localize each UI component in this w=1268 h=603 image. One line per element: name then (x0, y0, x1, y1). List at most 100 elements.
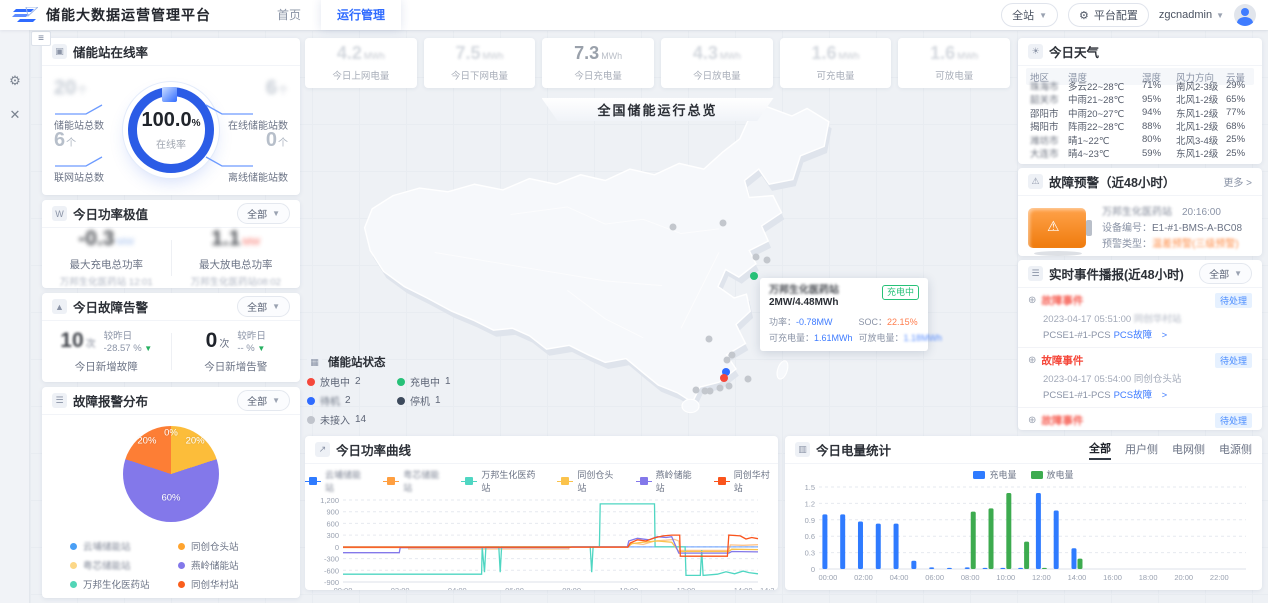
avatar[interactable] (1234, 4, 1256, 26)
line-legend-item[interactable]: 同创华村站 (714, 468, 778, 494)
kpi-value: 7.3MWh (574, 44, 622, 65)
fault-alarm-filter-dropdown[interactable]: 全部▼ (237, 296, 290, 317)
weather-temp: 晴4~23℃ (1068, 146, 1142, 160)
legend-swatch (973, 471, 985, 479)
status-label: 充电中 (410, 374, 440, 389)
tooltip-metric: SOC：22.15% (859, 315, 943, 328)
power-curve-chart[interactable]: 1,2009006003000-300-600-90000:0002:0004:… (309, 494, 774, 590)
site-selector-dropdown[interactable]: 全站▼ (1001, 3, 1058, 27)
station-dot-red[interactable] (720, 374, 728, 382)
settings-icon[interactable]: ⚙ (0, 68, 30, 94)
dashboard-page: 储能大数据运营管理平台 首页运行管理 全站▼ ⚙平台配置 zgcnadmin▼ … (0, 0, 1268, 603)
fault-alarm-body: 10次较昨日-28.57 % ▼今日新增故障0次较昨日-- % ▼今日新增告警 (42, 321, 300, 382)
station-dot-gray[interactable] (763, 256, 770, 263)
weather-row: 潍坊市晴1~22℃80%北风3-4级25% (1026, 133, 1254, 147)
tooltip-capacity: 2MW/4.48MWh (769, 297, 838, 308)
nav-tab[interactable]: 运行管理 (321, 0, 401, 30)
svg-text:600: 600 (326, 519, 339, 528)
svg-text:00:00: 00:00 (334, 586, 353, 590)
station-dot-gray[interactable] (744, 375, 751, 382)
pie-chart[interactable]: 20%60%20%0% (123, 426, 219, 522)
platform-config-button[interactable]: ⚙平台配置 (1068, 3, 1149, 27)
warning-time: 20:16:00 (1182, 207, 1221, 218)
status-legend-item: 充电中 1 (397, 374, 487, 389)
svg-text:06:00: 06:00 (505, 586, 524, 590)
station-dot-gray[interactable] (724, 357, 731, 364)
station-dot-gray[interactable] (720, 220, 727, 227)
weather-temp: 中雨20~27℃ (1068, 106, 1142, 120)
event-row[interactable]: ⊕故障事件待处理2023-04-17 05:51:00 同创华村站PCSE1-#… (1018, 288, 1262, 348)
online-stat: 6个联网站总数 (54, 130, 138, 184)
svg-text:02:00: 02:00 (854, 573, 873, 582)
weather-wind: 北风3-4级 (1176, 133, 1226, 147)
status-legend-item: 未接入14 (307, 412, 397, 427)
svg-text:14:31: 14:31 (760, 586, 774, 590)
svg-text:1.2: 1.2 (805, 499, 815, 508)
status-count: 1 (445, 376, 451, 387)
status-legend-item: 待机2 (307, 393, 397, 408)
events-filter-dropdown[interactable]: 全部▼ (1199, 263, 1252, 284)
line-legend-item[interactable]: 万邦生化医药站 (461, 468, 543, 494)
user-menu[interactable]: zgcnadmin▼ (1159, 9, 1224, 21)
more-link[interactable]: 更多 > (1223, 174, 1252, 189)
weather-humidity: 71% (1142, 80, 1176, 91)
svg-text:10:00: 10:00 (996, 573, 1015, 582)
weather-humidity: 59% (1142, 148, 1176, 159)
energy-tab-电网侧[interactable]: 电网侧 (1172, 441, 1205, 459)
status-dot (307, 378, 315, 386)
extreme-label: 最大放电总功率 (172, 257, 301, 272)
online-rate-body: 100.0% 在线率 20个储能站总数6个在线储能站数6个联网站总数0个离线储能… (42, 66, 300, 194)
power-extreme-filter-dropdown[interactable]: 全部▼ (237, 203, 290, 224)
station-dot-gray[interactable] (670, 223, 677, 230)
line-legend-item[interactable]: 同创仓头站 (557, 468, 621, 494)
svg-text:-300: -300 (324, 555, 339, 564)
energy-bar-chart[interactable]: 00.30.60.91.21.500:0002:0004:0006:0008:0… (791, 481, 1256, 583)
status-label: 停机 (410, 393, 430, 408)
line-legend-item[interactable]: 燕岭储能站 (636, 468, 700, 494)
station-dot-gray[interactable] (753, 253, 760, 260)
chevron-down-icon: ▼ (272, 209, 280, 218)
legend-dot (178, 562, 185, 569)
collapse-sidebar-button[interactable]: ≡ (31, 31, 51, 46)
event-row[interactable]: ⊕故障事件待处理2023-04-17 05:54:00 同创仓头站PCSE1-#… (1018, 348, 1262, 408)
energy-tab-用户侧[interactable]: 用户侧 (1125, 441, 1158, 459)
svg-text:00:00: 00:00 (819, 573, 838, 582)
event-fault-link[interactable]: PCS故障 > (1114, 330, 1168, 341)
panel-icon: ▣ (52, 44, 67, 59)
svg-text:08:00: 08:00 (961, 573, 980, 582)
svg-text:0: 0 (811, 565, 815, 574)
station-dot-gray[interactable] (701, 388, 708, 395)
kpi-label: 今日放电量 (693, 68, 741, 82)
station-dot-gray[interactable] (692, 387, 699, 394)
stat-connector-line (54, 103, 104, 116)
chevron-down-icon: ▼ (1039, 11, 1047, 20)
svg-text:1.5: 1.5 (805, 483, 815, 492)
energy-tab-电源侧[interactable]: 电源侧 (1219, 441, 1252, 459)
station-dot-gray[interactable] (705, 336, 712, 343)
weather-icon: ☀ (1028, 44, 1043, 59)
station-dot-gray[interactable] (717, 385, 724, 392)
panel-title: 今日天气 (1049, 42, 1252, 61)
weather-city: 韶关市 (1026, 92, 1068, 106)
event-fault-link[interactable]: PCS故障 > (1114, 390, 1168, 401)
svg-text:0.9: 0.9 (805, 516, 815, 525)
panel-title: 今日功率极值 (73, 204, 231, 223)
status-count: 14 (355, 414, 366, 425)
energy-tab-全部[interactable]: 全部 (1089, 440, 1111, 460)
line-legend-item[interactable]: 云埔储能站 (305, 468, 369, 494)
station-dot-gray[interactable] (725, 382, 732, 389)
station-dot-green[interactable] (750, 272, 758, 280)
legend-label: 放电量 (1047, 468, 1074, 481)
event-row[interactable]: ⊕故障事件待处理2023-04-17 11:15:00 燕岭储能站PCSE1-#… (1018, 408, 1262, 430)
fault-distribution-filter-dropdown[interactable]: 全部▼ (237, 390, 290, 411)
legend-label: 充电量 (989, 468, 1016, 481)
weather-temp: 晴1~22℃ (1068, 133, 1142, 147)
extreme-value: -0.3MW (42, 228, 171, 254)
svg-text:0.3: 0.3 (805, 549, 815, 558)
weather-humidity: 95% (1142, 94, 1176, 105)
close-icon[interactable]: ✕ (0, 102, 30, 128)
line-legend-item[interactable]: 粤芯储能站 (383, 468, 447, 494)
nav-tab[interactable]: 首页 (257, 0, 321, 30)
app-title: 储能大数据运营管理平台 (46, 5, 211, 25)
event-time: 2023-04-17 05:51:00 同创华村站 (1043, 311, 1252, 325)
